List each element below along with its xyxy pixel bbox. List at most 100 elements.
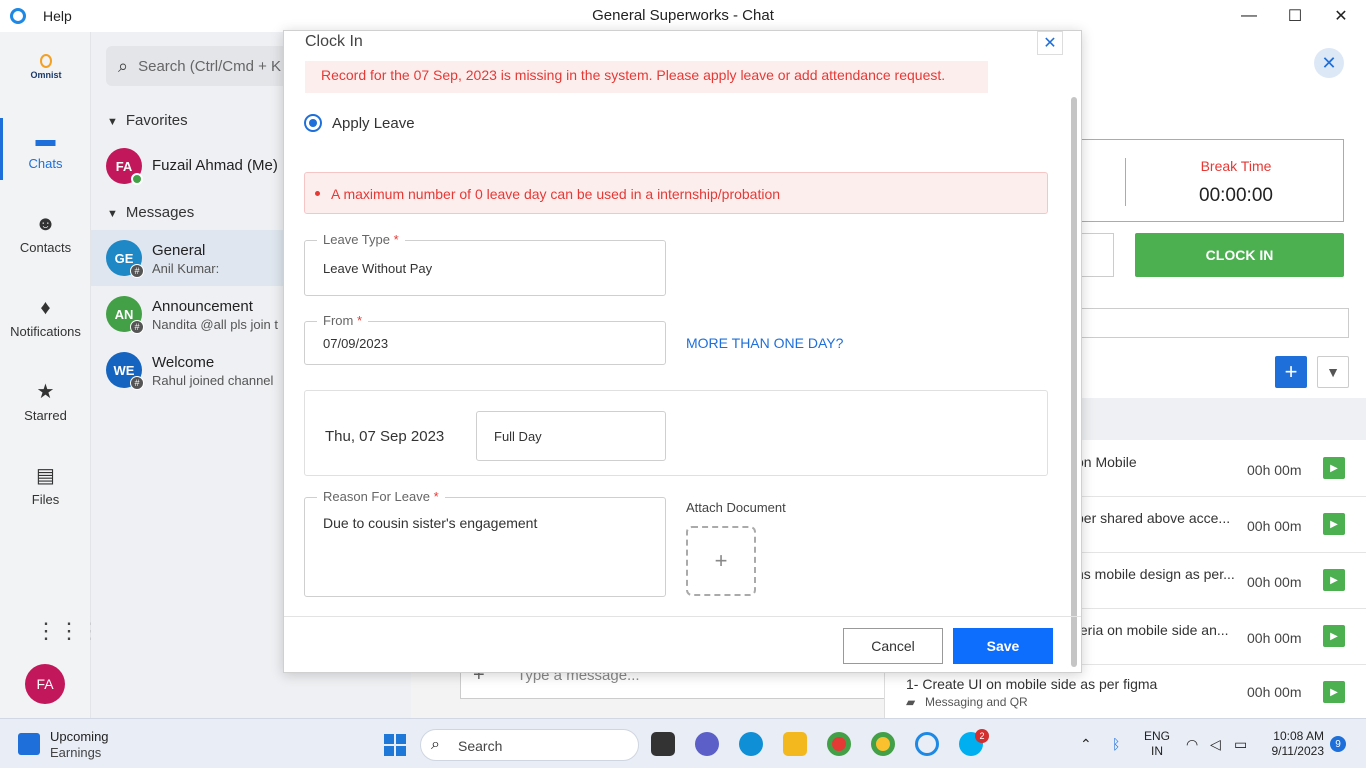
favorites-section-header[interactable]: ▼ Favorites [107, 112, 188, 129]
windows-taskbar: Upcoming Earnings ⌕ Search 2 ⌃ ᛒ ENG IN … [0, 718, 1366, 768]
alert-text: A maximum number of 0 leave day can be u… [331, 186, 781, 202]
minimize-button[interactable]: — [1226, 0, 1272, 32]
leave-type-select[interactable]: Leave Type * Leave Without Pay [304, 232, 666, 296]
from-date-field[interactable]: From * 07/09/2023 [304, 313, 666, 365]
chrome-profile-icon[interactable] [871, 732, 895, 756]
task-duration: 00h 00m [1247, 462, 1302, 478]
task-folder-icon: ▰ [906, 695, 916, 709]
skype-badge: 2 [975, 729, 989, 743]
messages-label: Messages [125, 204, 195, 221]
clock-date: 9/11/2023 [1271, 744, 1325, 758]
reason-label: Reason For Leave * [317, 489, 445, 504]
add-task-button[interactable]: + [1275, 356, 1307, 388]
task-search-field[interactable] [1076, 308, 1349, 338]
dialog-title: Clock In [305, 33, 363, 50]
missing-record-warning: Record for the 07 Sep, 2023 is missing i… [305, 61, 988, 93]
dialog-scrollbar[interactable] [1071, 97, 1077, 667]
nav-files[interactable]: ▤ Files [0, 454, 91, 524]
play-icon[interactable]: ▶ [1323, 681, 1345, 703]
nav-notifications-label: Notifications [10, 324, 81, 339]
taskbar-search-label: Search [458, 738, 503, 754]
windows-start-icon[interactable] [384, 734, 406, 756]
day-duration-value: Full Day [494, 429, 542, 444]
plus-icon: + [714, 548, 728, 573]
cancel-button[interactable]: Cancel [843, 628, 943, 664]
reason-textarea[interactable]: Reason For Leave * Due to cousin sister'… [304, 489, 666, 597]
title-bar: Help General Superworks - Chat — ☐ ✕ [0, 0, 1366, 32]
apply-leave-radio[interactable] [304, 114, 322, 132]
chat-preview: Anil Kumar: [152, 261, 220, 276]
play-icon[interactable]: ▶ [1323, 569, 1345, 591]
battery-icon[interactable]: ▭ [1234, 736, 1247, 753]
channel-hash-icon: # [130, 320, 144, 334]
nav-starred-label: Starred [24, 408, 67, 423]
play-icon[interactable]: ▶ [1323, 513, 1345, 535]
window-title: General Superworks - Chat [592, 7, 774, 24]
chrome-icon[interactable] [827, 732, 851, 756]
apply-leave-label[interactable]: Apply Leave [332, 115, 415, 132]
nav-chats[interactable]: ▬ Chats [0, 118, 91, 188]
day-row: Thu, 07 Sep 2023 Full Day [304, 390, 1048, 476]
collapse-triangle-icon: ▼ [107, 208, 118, 220]
messages-section-header[interactable]: ▼ Messages [107, 204, 194, 221]
nav-starred[interactable]: ★ Starred [0, 370, 91, 440]
contacts-icon: ☻ [34, 213, 57, 235]
chat-name: Announcement [152, 298, 253, 315]
file-explorer-icon[interactable] [783, 732, 807, 756]
user-avatar[interactable]: FA [25, 664, 65, 704]
collapse-triangle-icon: ▼ [107, 116, 118, 128]
online-status-icon [131, 173, 143, 185]
omnist-logo: Omnist [27, 54, 65, 80]
nav-notifications[interactable]: ♦ Notifications [0, 286, 91, 356]
channel-hash-icon: # [130, 376, 144, 390]
attach-document-label: Attach Document [686, 500, 786, 515]
task-duration: 00h 00m [1247, 574, 1302, 590]
leave-type-value: Leave Without Pay [323, 261, 433, 276]
filter-icon[interactable]: ▼ [1317, 356, 1349, 388]
chat-bubble-icon: ▬ [35, 129, 56, 151]
task-title: on Mobile [1076, 454, 1137, 470]
wifi-icon[interactable]: ◠ [1186, 736, 1198, 753]
dialog-close-icon[interactable]: ✕ [1037, 31, 1063, 55]
save-button[interactable]: Save [953, 628, 1053, 664]
channel-hash-icon: # [130, 264, 144, 278]
maximize-button[interactable]: ☐ [1272, 0, 1318, 32]
taskbar-search[interactable]: ⌕ Search [420, 729, 639, 761]
panel-close-button[interactable]: ✕ [1314, 48, 1344, 78]
search-icon: ⌕ [431, 736, 440, 753]
task-title: 1- Create UI on mobile side as per figma [906, 676, 1158, 692]
play-icon[interactable]: ▶ [1323, 457, 1345, 479]
window-close-button[interactable]: ✕ [1318, 0, 1364, 32]
attach-document-button[interactable]: + [686, 526, 756, 596]
clock-time: 10:08 AM [1273, 729, 1324, 743]
nav-files-label: Files [31, 492, 60, 507]
star-icon: ★ [36, 381, 55, 403]
language-indicator[interactable]: ENG IN [1144, 729, 1170, 759]
play-icon[interactable]: ▶ [1323, 625, 1345, 647]
volume-icon[interactable]: ◁ [1210, 736, 1221, 753]
edge-browser-icon[interactable] [739, 732, 763, 756]
clock-in-button[interactable]: CLOCK IN [1135, 233, 1344, 277]
task-view-icon[interactable] [651, 732, 675, 756]
bluetooth-icon[interactable]: ᛒ [1112, 736, 1120, 752]
task-duration: 00h 00m [1247, 630, 1302, 646]
task-title: ns mobile design as per... [1076, 566, 1235, 582]
day-duration-select[interactable]: Full Day [476, 411, 666, 461]
superworks-chat-icon[interactable] [915, 732, 939, 756]
from-label: From * [317, 313, 369, 328]
chat-preview: Nandita @all pls join t [152, 317, 278, 332]
dialog-footer-divider [284, 616, 1081, 617]
more-than-one-day-link[interactable]: MORE THAN ONE DAY? [686, 335, 843, 351]
show-hidden-icons-chevron[interactable]: ⌃ [1080, 736, 1092, 753]
notification-count-badge[interactable]: 9 [1330, 736, 1346, 752]
task-title: teria on mobile side an... [1076, 622, 1229, 638]
teams-chat-icon[interactable] [695, 732, 719, 756]
chat-name: General [152, 242, 206, 259]
search-icon: ⌕ [118, 55, 129, 76]
system-clock[interactable]: 10:08 AM 9/11/2023 [1262, 729, 1325, 759]
clock-in-dialog: Clock In ✕ Record for the 07 Sep, 2023 i… [283, 30, 1082, 673]
break-time-value: 00:00:00 [1199, 185, 1273, 206]
logo-drop-icon [40, 54, 52, 68]
nav-contacts[interactable]: ☻ Contacts [0, 202, 91, 272]
left-nav: Omnist ▬ Chats ☻ Contacts ♦ Notification… [0, 32, 103, 718]
